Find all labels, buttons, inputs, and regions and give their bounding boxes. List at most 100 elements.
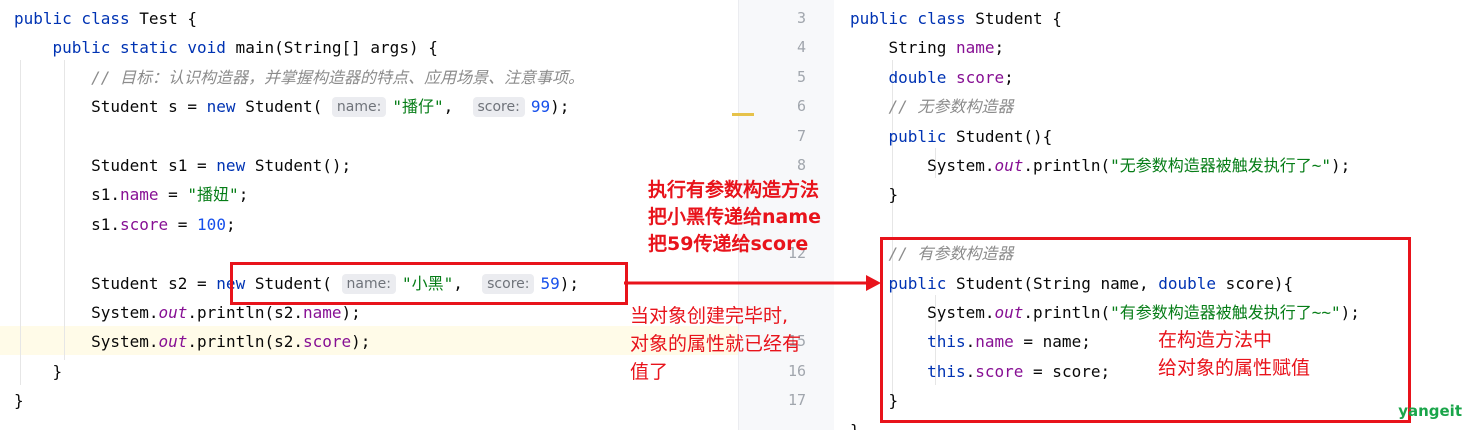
- code-token: );: [351, 332, 371, 352]
- code-token: Student(: [235, 97, 332, 117]
- ctor-note: 在构造方法中 给对象的属性赋值: [1158, 326, 1310, 382]
- code-token: public class: [14, 9, 130, 28]
- line-number: 17: [787, 391, 806, 410]
- line-number: 6: [796, 97, 806, 116]
- code-token: score: [955, 67, 1005, 87]
- code-token: double: [888, 67, 947, 87]
- code-token: ;: [238, 185, 249, 205]
- result-note: 当对象创建完毕时, 对象的属性就已经有 值了: [630, 302, 801, 386]
- constructor-highlight-box: [880, 237, 1411, 423]
- code-token: public: [888, 126, 947, 146]
- code-token: score: [303, 332, 352, 352]
- code-token: Student();: [245, 156, 352, 175]
- code-line[interactable]: System.out.println(s2.score);: [14, 327, 370, 356]
- code-token: Student s =: [14, 97, 207, 117]
- result-note-line: 值了: [630, 361, 669, 383]
- code-token: }: [850, 421, 860, 430]
- code-token: name: [955, 38, 995, 58]
- code-line[interactable]: s1.name = "播妞";: [14, 180, 248, 209]
- line-number: 7: [796, 126, 806, 145]
- code-token: .println(: [1023, 156, 1111, 175]
- code-token: name: [303, 303, 342, 322]
- code-line[interactable]: }: [14, 386, 24, 415]
- code-token: System.: [850, 156, 995, 175]
- code-token: ;: [994, 38, 1005, 58]
- code-line[interactable]: System.out.println("无参数构造器被触发执行了~");: [850, 151, 1350, 180]
- code-token: }: [850, 185, 899, 205]
- code-token: =: [158, 185, 188, 205]
- code-line[interactable]: Student s = new Student( name: "播仔", scor…: [14, 92, 569, 121]
- code-token: Test {: [129, 9, 198, 28]
- result-note-line: 当对象创建完毕时,: [630, 305, 789, 327]
- code-token: "无参数构造器被触发执行了~": [1110, 156, 1332, 175]
- code-line[interactable]: double score;: [850, 63, 1014, 92]
- code-token: System.: [14, 332, 159, 352]
- code-token: ;: [1004, 67, 1014, 87]
- watermark-logo: yangeit: [1398, 402, 1462, 420]
- code-token: Student s1 =: [14, 156, 217, 175]
- code-token: =: [168, 214, 198, 234]
- ctor-note-line: 给对象的属性赋值: [1158, 357, 1311, 379]
- code-token: .println(s2.: [187, 303, 303, 322]
- code-line[interactable]: String name;: [850, 33, 1005, 62]
- code-line[interactable]: }: [850, 180, 899, 209]
- code-token: public static void: [52, 38, 226, 58]
- code-line[interactable]: public class Student {: [850, 4, 1062, 33]
- code-token: out: [994, 156, 1024, 175]
- code-line[interactable]: s1.score = 100;: [14, 210, 236, 239]
- line-number: 3: [796, 9, 806, 27]
- code-line[interactable]: public class Test {: [14, 4, 197, 33]
- code-token: }: [14, 391, 24, 411]
- test-editor-pane[interactable]: public class Test { public static void m…: [0, 0, 738, 430]
- code-line[interactable]: Student s1 = new Student();: [14, 151, 351, 180]
- code-token: );: [341, 303, 361, 322]
- code-line[interactable]: public Student(){: [850, 122, 1053, 151]
- call-note-line: 执行有参数构造方法: [648, 179, 820, 201]
- code-line[interactable]: public static void main(String[] args) {: [14, 33, 438, 62]
- parameter-hint: score:: [472, 97, 525, 118]
- code-line[interactable]: }: [14, 357, 63, 386]
- student-editor-pane[interactable]: 3 4 5 6 7 8 12 15 16 17 public class Student { St…: [762, 0, 1474, 430]
- code-token: new: [206, 97, 236, 117]
- call-note: 执行有参数构造方法 把小黑传递给name 把59传递给score: [648, 177, 821, 258]
- code-token: // 目标：认识构造器，并掌握构造器的特点、应用场景、注意事项。: [91, 67, 584, 87]
- parameter-hint: name:: [331, 97, 387, 118]
- scroll-marker: [732, 113, 754, 116]
- code-token: String: [850, 38, 956, 58]
- code-token: name: [119, 185, 159, 205]
- code-token: }: [14, 361, 63, 381]
- code-token: "播仔": [392, 97, 444, 117]
- code-token: ;: [225, 214, 236, 234]
- code-token: out: [158, 303, 188, 322]
- code-token: Student {: [965, 9, 1062, 28]
- ctor-note-line: 在构造方法中: [1158, 329, 1273, 351]
- code-line[interactable]: // 目标：认识构造器，并掌握构造器的特点、应用场景、注意事项。: [14, 63, 584, 92]
- code-token: out: [158, 332, 188, 352]
- code-token: );: [1331, 156, 1351, 175]
- code-token: public class: [850, 9, 966, 28]
- code-token: 100: [197, 214, 226, 234]
- code-token: 99: [530, 97, 551, 117]
- constructor-call-highlight-box: [230, 262, 628, 305]
- code-token: ,: [443, 97, 473, 117]
- code-line[interactable]: // 无参数构造器: [850, 92, 1014, 121]
- call-note-line: 把小黑传递给name: [648, 206, 822, 228]
- code-token: s1.: [14, 214, 120, 234]
- code-token: new: [216, 156, 246, 175]
- call-note-line: 把59传递给score: [648, 233, 809, 255]
- code-token: .println(s2.: [187, 332, 303, 352]
- code-token: System.: [14, 303, 159, 322]
- line-number: 8: [796, 156, 806, 174]
- result-note-line: 对象的属性就已经有: [630, 333, 802, 355]
- code-line[interactable]: }: [850, 416, 860, 430]
- line-number: 5: [796, 67, 806, 86]
- code-token: "播妞": [187, 185, 239, 205]
- line-number: 4: [796, 38, 806, 57]
- code-token: // 无参数构造器: [888, 97, 1014, 117]
- code-token: main(String[] args) {: [225, 38, 438, 58]
